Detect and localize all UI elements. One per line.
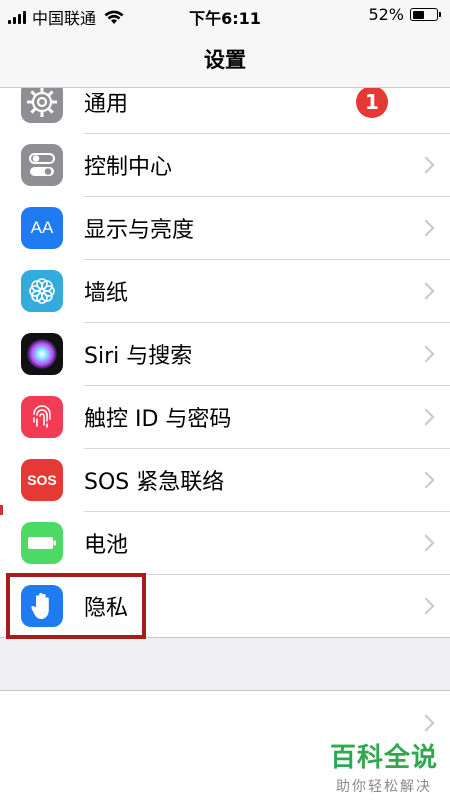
chevron-right-icon xyxy=(417,219,435,236)
list-item-label: 触控 ID 与密码 xyxy=(84,406,232,432)
notification-badge: 1 xyxy=(356,85,388,118)
list-item-display-brightness[interactable]: AA 显示与亮度 xyxy=(0,196,450,259)
page-title: 设置 xyxy=(204,47,246,72)
chevron-right-icon xyxy=(417,471,435,488)
chevron-right-icon xyxy=(417,408,435,425)
chevron-right-icon xyxy=(417,345,435,362)
toggles-icon xyxy=(21,143,63,186)
privacy-highlight-frame xyxy=(6,573,146,639)
settings-group: 通用 1 控制中心 AA 显示与亮度 墙纸 Siri 与搜索 触控 ID 与密码… xyxy=(0,70,450,638)
flower-icon xyxy=(21,269,63,312)
siri-icon xyxy=(21,332,63,375)
list-item-label: 控制中心 xyxy=(84,154,173,180)
chevron-right-icon xyxy=(417,597,435,614)
list-item-label: Siri 与搜索 xyxy=(84,343,193,369)
battery-percent: 52% xyxy=(368,5,404,24)
battery-fill xyxy=(412,10,424,19)
list-item-battery[interactable]: 电池 xyxy=(0,511,450,574)
battery-status-icon xyxy=(410,8,441,21)
list-item-label: SOS 紧急联络 xyxy=(84,469,225,495)
chevron-right-icon xyxy=(417,156,435,173)
sos-icon: SOS xyxy=(21,458,63,501)
edge-mark xyxy=(0,505,3,515)
status-bar: 中国联通 下午6:11 52% xyxy=(0,0,450,30)
settings-list: 通用 1 控制中心 AA 显示与亮度 墙纸 Siri 与搜索 触控 ID 与密码… xyxy=(0,70,450,638)
list-item-control-center[interactable]: 控制中心 xyxy=(0,133,450,196)
battery-icon xyxy=(21,521,63,564)
chevron-right-icon xyxy=(417,282,435,299)
status-right: 52% xyxy=(368,5,441,24)
text-size-glyph: AA xyxy=(30,217,54,237)
sos-glyph: SOS xyxy=(27,471,57,488)
watermark-subtitle: 助你轻松解决 xyxy=(335,779,432,795)
battery-tip xyxy=(439,12,441,17)
list-item-wallpaper[interactable]: 墙纸 xyxy=(0,259,450,322)
chevron-right-icon xyxy=(417,534,435,551)
list-item-label: 显示与亮度 xyxy=(84,217,195,243)
list-item-siri-search[interactable]: Siri 与搜索 xyxy=(0,322,450,385)
fingerprint-icon xyxy=(21,395,63,438)
list-item-touch-id-passcode[interactable]: 触控 ID 与密码 xyxy=(0,385,450,448)
chevron-right-icon xyxy=(417,714,435,732)
list-item-label: 墙纸 xyxy=(84,280,129,306)
watermark: 百科全说 助你轻松解决 xyxy=(330,737,438,796)
watermark-title: 百科全说 xyxy=(329,743,438,773)
navigation-bar: 设置 xyxy=(0,30,450,88)
text-size-icon: AA xyxy=(21,206,63,249)
list-item-label: 通用 xyxy=(84,91,129,117)
list-item-emergency-sos[interactable]: SOS SOS 紧急联络 xyxy=(0,448,450,511)
list-item-label: 电池 xyxy=(84,532,129,558)
